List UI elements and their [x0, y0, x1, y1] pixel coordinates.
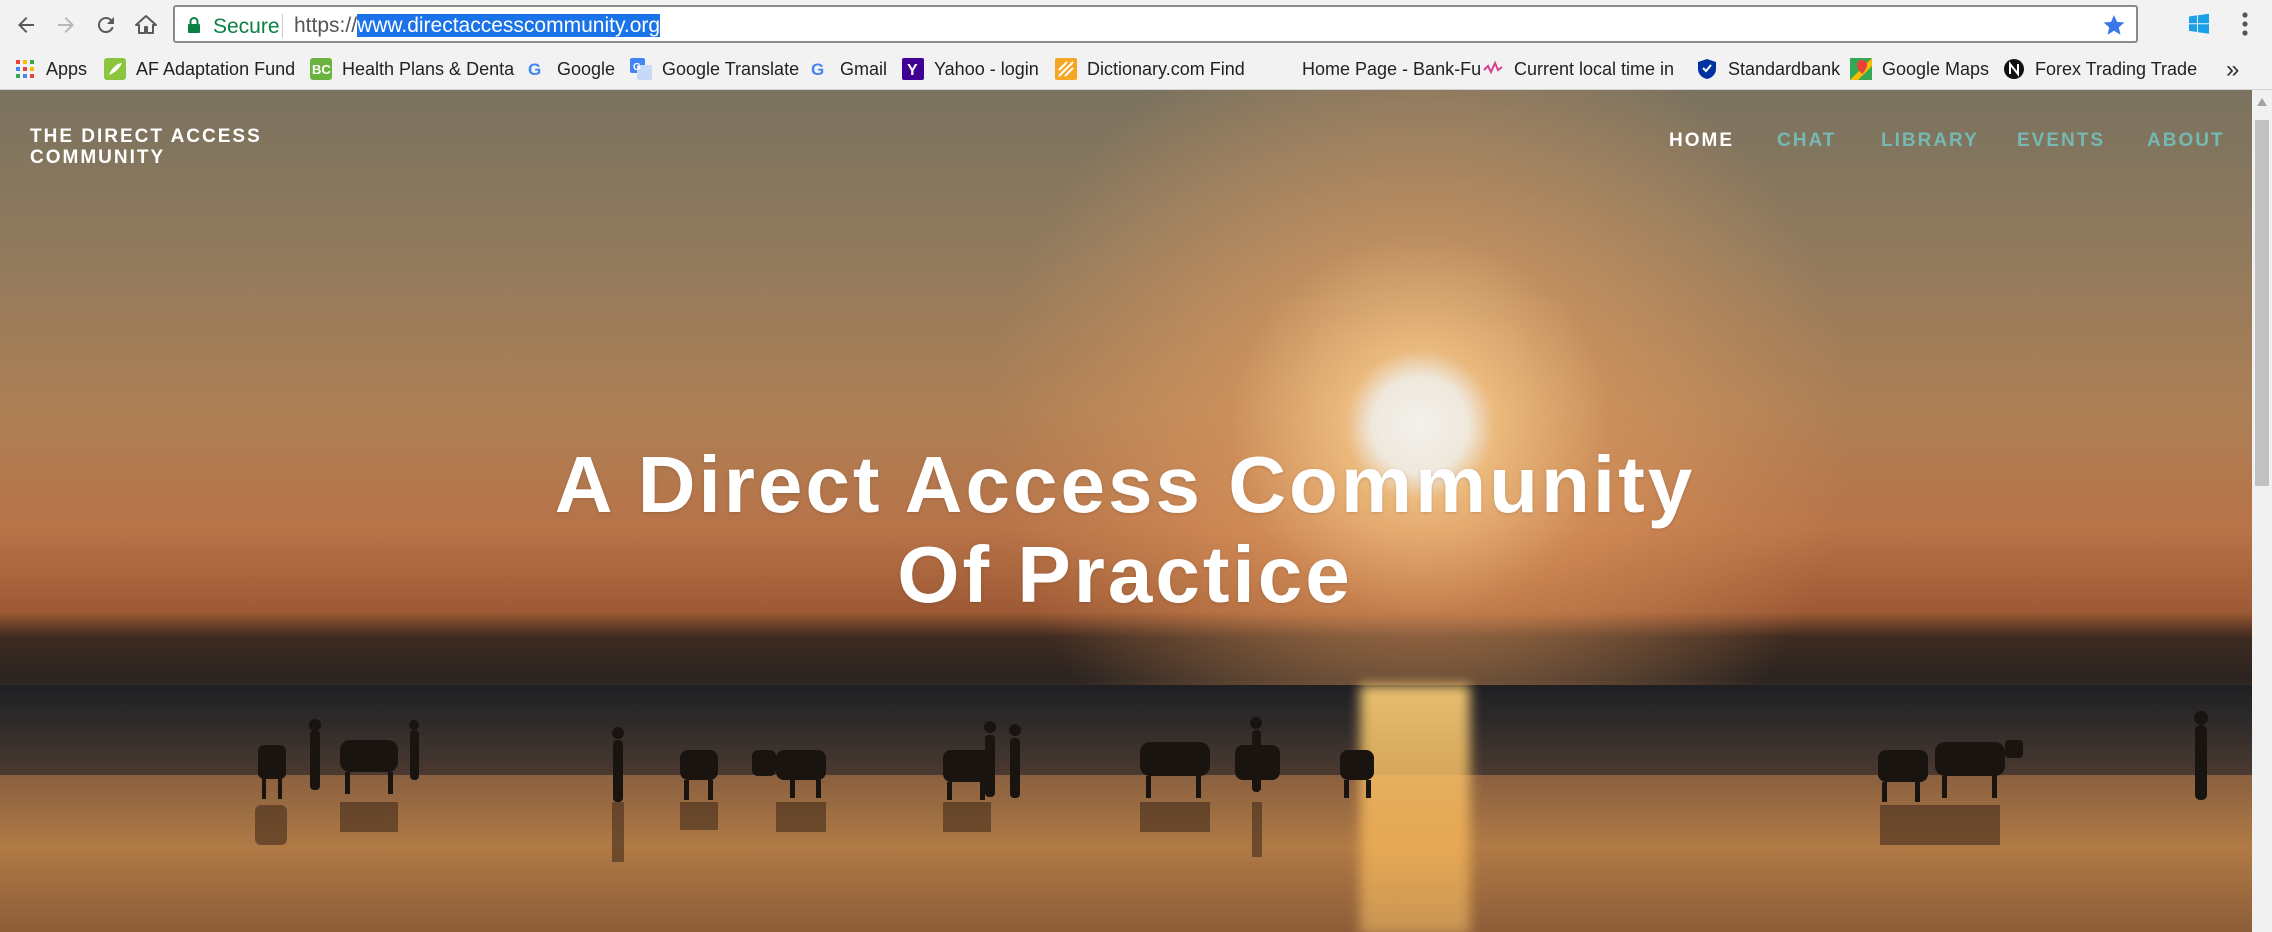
nav-chat[interactable]: CHAT — [1777, 130, 1836, 152]
bookmark-google[interactable]: G Google — [525, 56, 615, 82]
apps-grid-icon — [14, 58, 36, 80]
dictionary-icon — [1055, 58, 1077, 80]
bookmark-star-icon[interactable] — [2102, 13, 2126, 37]
svg-text:BC: BC — [312, 62, 331, 77]
browser-menu-icon[interactable] — [2241, 11, 2249, 37]
svg-text:G: G — [633, 62, 641, 73]
yahoo-icon: Y — [902, 58, 924, 80]
url-scheme: https:// — [294, 14, 358, 37]
scroll-up-arrow-icon[interactable] — [2257, 98, 2267, 106]
windows-extension-icon[interactable] — [2188, 13, 2210, 35]
hero-title-line-1: A Direct Access Community — [554, 440, 1696, 529]
url-host-selected: www.directaccesscommunity.org — [357, 14, 661, 37]
bookmark-standardbank[interactable]: Standardbank — [1696, 56, 1840, 82]
timeanddate-icon — [1482, 58, 1504, 80]
blank-page-icon — [1270, 58, 1292, 80]
url-text[interactable]: https://www.directaccesscommunity.org — [294, 14, 661, 38]
lock-icon — [188, 17, 200, 33]
back-arrow-icon — [18, 17, 34, 33]
reload-icon — [97, 17, 114, 34]
hero-title: A Direct Access Community Of Practice — [380, 440, 1870, 620]
bookmark-label: Apps — [46, 58, 88, 79]
bookmark-health-plans[interactable]: BC Health Plans & Denta — [310, 56, 514, 82]
page-viewport: THE DIRECT ACCESS COMMUNITY HOME CHAT LI… — [0, 90, 2252, 932]
bookmarks-overflow-icon[interactable]: » — [2226, 56, 2239, 84]
bookmark-forex-trading[interactable]: Forex Trading Trade — [2003, 56, 2197, 82]
svg-text:Y: Y — [907, 62, 918, 79]
bookmark-google-translate[interactable]: G Google Translate — [630, 56, 799, 82]
site-logo[interactable]: THE DIRECT ACCESS COMMUNITY — [30, 126, 330, 168]
bookmark-label: Standardbank — [1728, 58, 1841, 79]
home-button[interactable] — [129, 8, 163, 42]
bookmark-apps[interactable]: Apps — [14, 56, 87, 82]
google-icon: G — [525, 58, 547, 80]
reload-button[interactable] — [89, 8, 123, 42]
bookmark-label: Gmail — [840, 58, 888, 79]
bookmark-dictionary[interactable]: Dictionary.com Find — [1055, 56, 1245, 82]
svg-text:G: G — [528, 60, 541, 79]
nav-library[interactable]: LIBRARY — [1881, 130, 1979, 152]
forward-button[interactable] — [49, 8, 83, 42]
nav-home[interactable]: HOME — [1669, 130, 1734, 152]
google-maps-icon — [1850, 58, 1872, 80]
svg-text:G: G — [811, 60, 824, 79]
bookmark-label: AF Adaptation Fund — [136, 58, 296, 79]
bookmark-yahoo[interactable]: Y Yahoo - login — [902, 56, 1039, 82]
google-translate-icon: G — [630, 58, 652, 80]
back-button[interactable] — [9, 8, 43, 42]
bookmark-label: Yahoo - login — [934, 58, 1039, 79]
nav-events[interactable]: EVENTS — [2017, 130, 2105, 152]
bookmark-gmail[interactable]: G Gmail — [808, 56, 887, 82]
bookmark-label: Health Plans & Denta — [342, 58, 515, 79]
bookmark-home-page-bank[interactable]: Home Page - Bank-Fu — [1270, 56, 1481, 82]
secure-label: Secure — [213, 15, 280, 38]
nav-about[interactable]: ABOUT — [2147, 130, 2225, 152]
standardbank-shield-icon — [1696, 58, 1718, 80]
address-bar[interactable]: Secure https://www.directaccesscommunity… — [173, 5, 2138, 43]
bookmark-google-maps[interactable]: Google Maps — [1850, 56, 1989, 82]
bookmark-label: Forex Trading Trade — [2035, 58, 2198, 79]
bookmarks-bar: Apps AF Adaptation Fund BC Health Plans … — [0, 50, 2272, 90]
forex-icon — [2003, 58, 2025, 80]
bookmark-current-local-time[interactable]: Current local time in — [1482, 56, 1674, 82]
omnibox-divider — [282, 14, 283, 38]
google-icon: G — [808, 58, 830, 80]
scroll-thumb[interactable] — [2255, 120, 2269, 486]
health-plans-icon: BC — [310, 58, 332, 80]
forward-arrow-icon — [58, 17, 74, 33]
bookmark-adaptation-fund[interactable]: AF Adaptation Fund — [104, 56, 295, 82]
adaptation-fund-icon — [104, 58, 126, 80]
bookmark-label: Google Maps — [1882, 58, 1990, 79]
home-icon — [135, 15, 157, 34]
bookmark-label: Google — [557, 58, 616, 79]
hero-title-line-2: Of Practice — [897, 530, 1353, 619]
bookmark-label: Current local time in — [1514, 58, 1675, 79]
browser-toolbar: Secure https://www.directaccesscommunity… — [0, 0, 2272, 50]
bookmark-label: Home Page - Bank-Fu — [1302, 58, 1482, 79]
page-scrollbar[interactable] — [2252, 90, 2272, 932]
bookmark-label: Google Translate — [662, 58, 800, 79]
bookmark-label: Dictionary.com Find — [1087, 58, 1245, 79]
